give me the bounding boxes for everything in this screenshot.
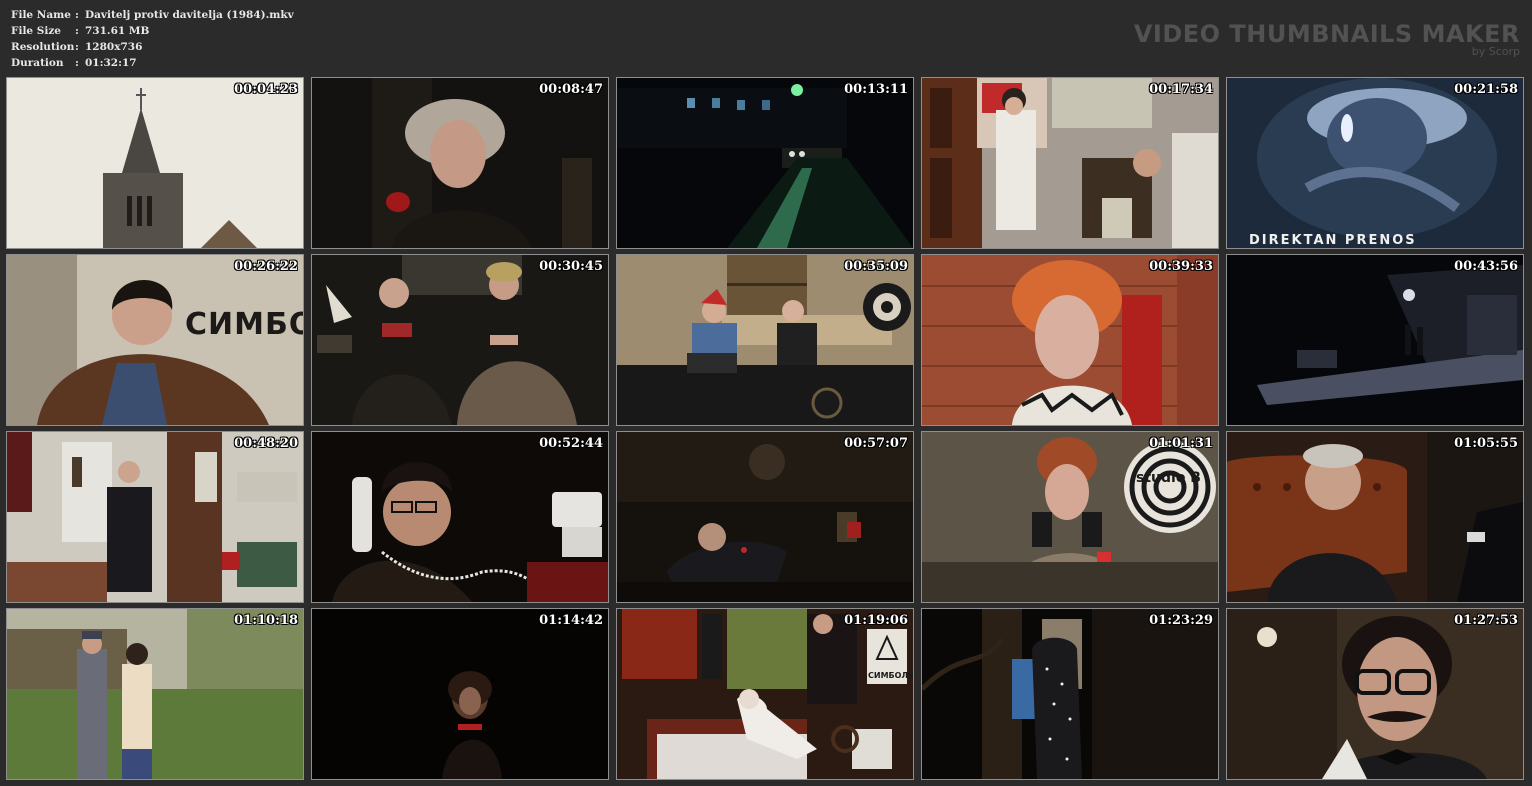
thumbnail[interactable]: 00:39:33 (921, 254, 1219, 426)
file-info-row: Duration : 01:32:17 (11, 55, 294, 71)
resolution-value: 1280x736 (85, 41, 143, 53)
thumbnail[interactable]: DIREKTAN PRENOS 00:21:58 (1226, 77, 1524, 249)
frame-couple-walking-in-park (7, 609, 303, 779)
thumbnail[interactable]: 00:43:56 (1226, 254, 1524, 426)
timestamp: 00:39:33 (1149, 259, 1213, 274)
frame-two-elderly-counting-money (312, 255, 608, 425)
frame-radio-studio (617, 255, 913, 425)
timestamp: 00:17:34 (1149, 82, 1213, 97)
simbo-sign: СИМБО (185, 307, 304, 342)
studio-b-logo-text: studio B (1136, 470, 1201, 486)
thumbnail[interactable]: 00:30:45 (311, 254, 609, 426)
thumbnail[interactable]: 01:05:55 (1226, 431, 1524, 603)
timestamp: 01:10:18 (234, 613, 298, 628)
frame-punk-singer (922, 255, 1218, 425)
thumbnail[interactable]: 00:52:44 (311, 431, 609, 603)
timestamp: 01:14:42 (539, 613, 603, 628)
thumbnail[interactable]: 00:04:23 (6, 77, 304, 249)
frame-dark-alley (1227, 255, 1523, 425)
timestamp: 01:27:53 (1454, 613, 1518, 628)
frame-studio-b-announcer (922, 432, 1218, 602)
resolution-label: Resolution (11, 41, 75, 53)
thumbnail[interactable]: 01:10:18 (6, 608, 304, 780)
separator: : (75, 9, 79, 21)
file-info-row: File Name : Davitelj protiv davitelja (1… (11, 7, 294, 23)
file-info-row: File Size : 731.61 MB (11, 23, 294, 39)
frame-man-in-apartment (7, 432, 303, 602)
direktan-prenos-caption: DIREKTAN PRENOS (1249, 233, 1417, 248)
header: File Name : Davitelj protiv davitelja (1… (0, 0, 1532, 76)
frame-woman-in-darkness (312, 609, 608, 779)
file-name-value: Davitelj protiv davitelja (1984).mkv (85, 9, 294, 21)
timestamp: 00:52:44 (539, 436, 603, 451)
frame-figure-at-doorway (922, 609, 1218, 779)
frame-old-woman (312, 78, 608, 248)
separator: : (75, 57, 79, 69)
file-size-value: 731.61 MB (85, 25, 150, 37)
thumbnail[interactable]: 00:08:47 (311, 77, 609, 249)
file-name-label: File Name (11, 9, 71, 21)
frame-man-leather-chair (1227, 432, 1523, 602)
timestamp: 00:35:09 (844, 259, 908, 274)
frame-night-street (617, 78, 913, 248)
thumbnail[interactable]: 01:27:53 (1226, 608, 1524, 780)
thumbnail[interactable]: 00:57:07 (616, 431, 914, 603)
thumbnail[interactable]: СИМБО 00:26:22 (6, 254, 304, 426)
timestamp: 00:21:58 (1454, 82, 1518, 97)
timestamp: 00:04:23 (234, 82, 298, 97)
thumbnail[interactable]: 01:14:42 (311, 608, 609, 780)
timestamp: 00:30:45 (539, 259, 603, 274)
brand-watermark: VIDEO THUMBNAILS MAKER by Scorp (1134, 20, 1520, 58)
timestamp: 01:01:31 (1149, 436, 1213, 451)
simboli-sign: СИМБОЛИ (868, 671, 914, 680)
timestamp: 00:26:22 (234, 259, 298, 274)
timestamp: 00:48:20 (234, 436, 298, 451)
duration-label: Duration (11, 57, 64, 69)
frame-bride-on-bed (617, 609, 913, 779)
timestamp: 00:13:11 (844, 82, 908, 97)
thumbnail[interactable]: 00:17:34 (921, 77, 1219, 249)
frame-man-lying-dark-room (617, 432, 913, 602)
timestamp: 00:57:07 (844, 436, 908, 451)
separator: : (75, 25, 79, 37)
file-info: File Name : Davitelj protiv davitelja (1… (11, 7, 294, 71)
thumbnail[interactable]: studio B 01:01:31 (921, 431, 1219, 603)
thumbnail[interactable]: 00:48:20 (6, 431, 304, 603)
duration-value: 01:32:17 (85, 57, 137, 69)
frame-direktan-prenos (1227, 78, 1523, 248)
file-size-label: File Size (11, 25, 61, 37)
timestamp: 01:23:29 (1149, 613, 1213, 628)
thumbnail[interactable]: 00:35:09 (616, 254, 914, 426)
brand-title: VIDEO THUMBNAILS MAKER (1133, 20, 1520, 48)
separator: : (75, 41, 79, 53)
timestamp: 01:05:55 (1454, 436, 1518, 451)
timestamp: 01:19:06 (844, 613, 908, 628)
frame-church-steeple (7, 78, 303, 248)
thumbnail[interactable]: СИМБОЛИ 01:19:06 (616, 608, 914, 780)
thumbnail[interactable]: 00:13:11 (616, 77, 914, 249)
frame-woman-in-lab-coat (922, 78, 1218, 248)
thumbnail[interactable]: 01:23:29 (921, 608, 1219, 780)
frame-man-on-phone (312, 432, 608, 602)
frame-man-with-glasses-mustache (1227, 609, 1523, 779)
timestamp: 00:08:47 (539, 82, 603, 97)
file-info-row: Resolution : 1280x736 (11, 39, 294, 55)
timestamp: 00:43:56 (1454, 259, 1518, 274)
